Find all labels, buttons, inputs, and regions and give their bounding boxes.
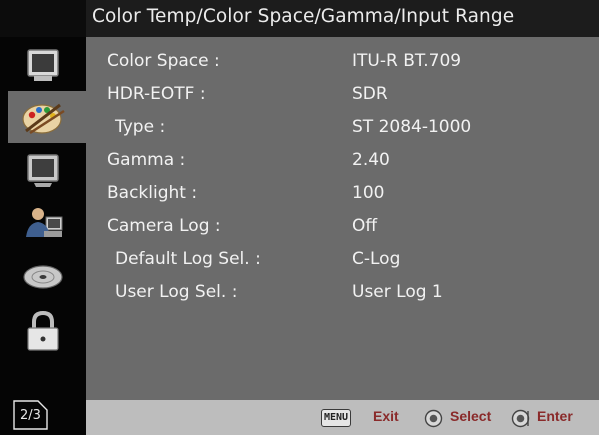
dial-select-icon: [424, 409, 443, 428]
enter-hint: Enter: [537, 408, 573, 424]
sidebar: 2/3: [0, 37, 86, 435]
row-label: Color Space :: [107, 51, 220, 71]
menu-row-type[interactable]: Type : ST 2084-1000: [86, 117, 599, 147]
footer-bar: MENU Exit Select Enter: [86, 400, 599, 435]
row-value: 100: [352, 183, 385, 203]
menu-title: Color Temp/Color Space/Gamma/Input Range: [92, 6, 515, 27]
row-label: Gamma :: [107, 150, 186, 170]
row-value: 2.40: [352, 150, 390, 170]
menu-key-badge: MENU: [321, 409, 352, 427]
menu-row-camera-log[interactable]: Camera Log : Off: [86, 216, 599, 246]
monitor-osd-screen: Color Temp/Color Space/Gamma/Input Range: [0, 0, 599, 435]
menu-row-hdr-eotf[interactable]: HDR-EOTF : SDR: [86, 84, 599, 114]
page-indicator: 2/3: [13, 400, 48, 430]
sidebar-item-color[interactable]: [8, 91, 86, 143]
row-label: HDR-EOTF :: [107, 84, 206, 104]
row-label: Backlight :: [107, 183, 198, 203]
row-label: Camera Log :: [107, 216, 221, 236]
menu-row-gamma[interactable]: Gamma : 2.40: [86, 150, 599, 180]
palette-icon: [22, 103, 65, 135]
page-number: 2/3: [20, 408, 41, 423]
row-value: SDR: [352, 84, 388, 104]
sidebar-item-media[interactable]: [8, 250, 86, 302]
lock-icon: [27, 310, 59, 351]
row-value: ST 2084-1000: [352, 117, 472, 137]
disc-icon: [23, 265, 63, 289]
dial-press-icon: [511, 409, 530, 428]
row-value: C-Log: [352, 249, 401, 269]
monitor-icon: [27, 49, 59, 81]
menu-row-color-space[interactable]: Color Space : ITU-R BT.709: [86, 51, 599, 81]
display-icon: [27, 154, 59, 187]
sidebar-item-display[interactable]: [8, 144, 86, 196]
settings-panel: Color Space : ITU-R BT.709 HDR-EOTF : SD…: [86, 37, 599, 400]
row-label: Default Log Sel. :: [115, 249, 261, 269]
menu-row-user-log[interactable]: User Log Sel. : User Log 1: [86, 282, 599, 312]
header-bar: Color Temp/Color Space/Gamma/Input Range: [86, 0, 599, 37]
row-value: User Log 1: [352, 282, 443, 302]
menu-row-default-log[interactable]: Default Log Sel. : C-Log: [86, 249, 599, 279]
select-hint: Select: [450, 408, 492, 424]
sidebar-item-lock[interactable]: [8, 303, 86, 355]
row-label: User Log Sel. :: [115, 282, 238, 302]
row-value: ITU-R BT.709: [352, 51, 462, 71]
row-label: Type :: [115, 117, 166, 137]
user-settings-icon: [26, 208, 63, 237]
row-value: Off: [352, 216, 378, 236]
sidebar-item-monitor[interactable]: [8, 40, 86, 92]
menu-row-backlight[interactable]: Backlight : 100: [86, 183, 599, 213]
exit-hint: Exit: [373, 408, 399, 424]
sidebar-item-user[interactable]: [8, 197, 86, 249]
